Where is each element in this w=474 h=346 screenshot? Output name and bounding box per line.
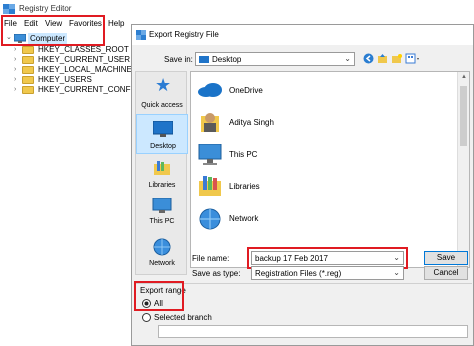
user-folder-icon [201,113,219,132]
chevron-down-icon[interactable]: ⌄ [6,34,12,41]
item-label: Aditya Singh [229,118,274,127]
desktop-icon [153,121,173,137]
desktop-icon [199,56,209,63]
folder-icon [22,86,34,94]
computer-icon [152,198,172,213]
libraries-icon [154,161,170,175]
save-in-value: Desktop [212,55,242,64]
radio-selected-branch-label: Selected branch [154,313,212,322]
computer-icon [198,144,222,165]
place-label: Quick access [141,102,183,109]
save-in-select[interactable]: Desktop ⌄ [195,52,355,66]
registry-key-list: › HKEY_CLASSES_ROOT › HKEY_CURRENT_USER … [14,45,139,97]
place-label: This PC [149,218,175,225]
file-list: OneDrive Aditya Singh This PC Libraries … [190,71,470,268]
list-item-this-pc[interactable]: This PC [191,140,441,170]
radio-selected-branch[interactable]: Selected branch [142,313,232,323]
key-label: HKEY_CURRENT_CONFIG [38,85,139,94]
places-bar: ★ Quick access Desktop Libraries This PC [135,71,188,275]
place-quick-access[interactable]: ★ Quick access [136,74,188,114]
tree-item-hku[interactable]: › HKEY_USERS [14,75,134,85]
new-folder-icon[interactable] [391,53,402,64]
back-icon[interactable] [363,53,374,64]
save-as-type-label: Save as type: [192,269,241,278]
save-button[interactable]: Save [424,251,468,265]
folder-icon [22,56,34,64]
item-label: Network [229,214,259,223]
folder-icon [22,66,34,74]
place-libraries[interactable]: Libraries [136,154,188,194]
key-label: HKEY_LOCAL_MACHINE [38,65,132,74]
tree-item-hkcu[interactable]: › HKEY_CURRENT_USER [14,55,134,65]
up-folder-icon[interactable] [377,53,388,64]
key-label: HKEY_USERS [38,75,92,84]
place-label: Libraries [148,182,176,189]
item-label: OneDrive [229,86,263,95]
radio-unselected-icon[interactable] [142,313,151,322]
dialog-title-bar: Export Registry File [132,25,473,45]
place-desktop[interactable]: Desktop [136,114,188,154]
list-item-libraries[interactable]: Libraries [191,172,441,202]
chevron-down-icon: ⌄ [344,54,351,63]
item-label: This PC [229,150,258,159]
registry-title: Registry Editor [19,4,72,13]
save-as-type-value: Registration Files (*.reg) [255,269,342,278]
key-label: HKEY_CURRENT_USER [38,55,131,64]
save-in-label: Save in: [164,55,193,64]
tree-item-hkcr[interactable]: › HKEY_CLASSES_ROOT [14,45,134,55]
tree-item-computer[interactable]: ⌄ Computer [6,33,106,44]
list-item-user[interactable]: Aditya Singh [191,108,441,138]
libraries-icon [199,176,221,196]
menu-help[interactable]: Help [108,18,124,30]
branch-path-input[interactable] [158,325,468,338]
place-label: Desktop [150,143,176,150]
scroll-up-icon[interactable]: ▲ [461,74,467,80]
place-network[interactable]: Network [136,234,188,274]
tree-item-hklm[interactable]: › HKEY_LOCAL_MACHINE [14,65,134,75]
divider [136,283,472,284]
folder-icon [22,76,34,84]
tree-item-hkcc[interactable]: › HKEY_CURRENT_CONFIG [14,85,139,95]
place-label: Network [149,260,175,267]
star-icon: ★ [155,75,172,95]
dialog-title: Export Registry File [149,30,219,39]
chevron-right-icon[interactable]: › [14,66,16,73]
save-as-type-select[interactable]: Registration Files (*.reg) ⌄ [251,266,404,280]
chevron-right-icon[interactable]: › [14,46,16,53]
highlight-export-range [134,281,184,311]
list-item-onedrive[interactable]: OneDrive [191,76,441,106]
cancel-button[interactable]: Cancel [424,266,468,280]
network-icon [199,208,221,230]
registry-app-icon [3,4,15,14]
export-dialog: Export Registry File Save in: Desktop ⌄ … [131,24,474,346]
key-label: HKEY_CLASSES_ROOT [38,45,129,54]
view-menu-icon[interactable] [405,53,421,64]
network-icon [153,238,171,256]
cloud-icon [198,83,222,97]
scroll-thumb[interactable] [460,86,467,146]
chevron-right-icon[interactable]: › [14,76,16,83]
registry-app-icon [136,30,146,40]
chevron-right-icon[interactable]: › [14,56,16,63]
file-name-label: File name: [192,254,230,263]
tree-root-label: Computer [28,33,68,44]
chevron-down-icon: ⌄ [393,268,400,277]
list-item-network[interactable]: Network [191,204,441,234]
folder-icon [22,46,34,54]
computer-icon [14,34,26,43]
chevron-right-icon[interactable]: › [14,86,16,93]
place-this-pc[interactable]: This PC [136,194,188,234]
list-scrollbar[interactable]: ▲ ▼ [457,72,469,267]
item-label: Libraries [229,182,260,191]
